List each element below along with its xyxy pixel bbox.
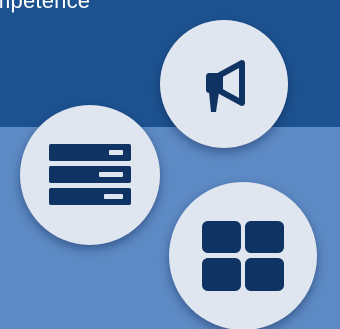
- list-view-icon: [49, 144, 131, 205]
- grid-view-icon: [202, 221, 284, 291]
- list-view-button[interactable]: [20, 105, 160, 245]
- announcements-button[interactable]: [160, 20, 288, 148]
- page-title: mpetence: [0, 0, 91, 13]
- megaphone-icon: [206, 60, 245, 112]
- grid-view-button[interactable]: [169, 182, 317, 329]
